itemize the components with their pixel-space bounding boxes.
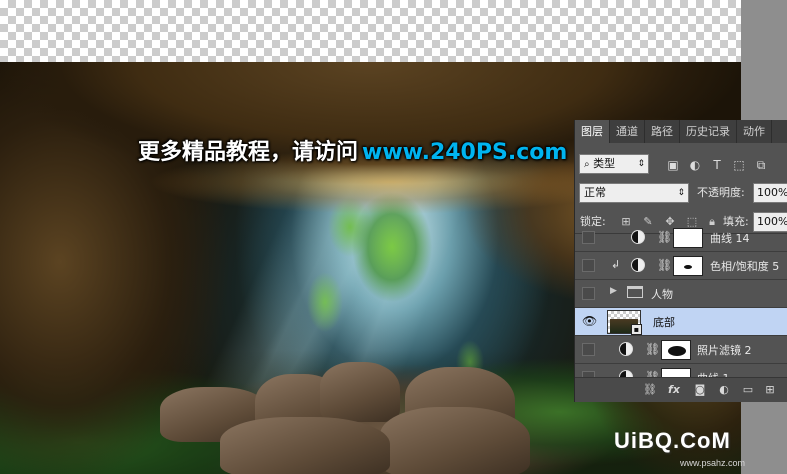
caption-chinese: 更多精品教程，请访问 <box>138 140 359 165</box>
adjustment-icon[interactable]: ◐ <box>717 383 731 397</box>
smart-object-badge-icon: ▪ <box>631 324 642 335</box>
rock <box>320 362 400 422</box>
tab-actions[interactable]: 动作 <box>737 120 772 143</box>
folder-icon[interactable]: ▭ <box>741 383 755 397</box>
layers-panel: 图层 通道 路径 历史记录 动作 ⌕ 类型 ⇕ ▣ ◐ T ⬚ ⧉ 正常 ⇕ 不… <box>574 120 787 402</box>
mask-icon[interactable]: ◙ <box>693 383 707 397</box>
layer-name: 照片滤镜 2 <box>697 344 752 357</box>
tab-history[interactable]: 历史记录 <box>680 120 737 143</box>
chain-link-icon[interactable]: ⛓︎ <box>657 230 672 244</box>
clipping-arrow-icon: ↲ <box>611 258 621 271</box>
layer-name: 人物 <box>651 288 673 301</box>
mask-shape <box>668 346 686 356</box>
layer-name: 底部 <box>653 316 675 329</box>
layer-row[interactable]: ⛓︎ 曲线 14 <box>575 224 787 252</box>
adjustment-icon <box>631 258 645 272</box>
rock <box>380 407 530 474</box>
layer-mask-thumbnail[interactable] <box>673 256 703 276</box>
caption-url: www.240PS.com <box>362 140 568 165</box>
image-filter-icon[interactable]: ▣ <box>665 157 681 173</box>
blend-row: 正常 ⇕ 不透明度: 100% <box>575 183 787 205</box>
site-watermark: UiBQ.CoM <box>614 428 731 453</box>
expand-triangle-icon[interactable]: ▶ <box>610 286 617 296</box>
rock <box>220 417 390 474</box>
chain-link-icon[interactable]: ⛓︎ <box>645 342 660 356</box>
visibility-toggle[interactable] <box>582 287 595 300</box>
tab-paths[interactable]: 路径 <box>645 120 680 143</box>
layer-name: 曲线 14 <box>710 232 750 245</box>
adjustment-icon <box>619 342 633 356</box>
fx-icon[interactable]: fx <box>667 383 681 397</box>
layer-filter-row: ⌕ 类型 ⇕ ▣ ◐ T ⬚ ⧉ <box>575 154 787 176</box>
layer-row[interactable]: ↲ ⛓︎ 色相/饱和度 5 <box>575 252 787 280</box>
opacity-input[interactable]: 100% <box>753 183 787 203</box>
layer-row[interactable]: ⛓︎ 照片滤镜 2 <box>575 336 787 364</box>
visibility-toggle[interactable] <box>582 343 595 356</box>
transparent-canvas-area <box>0 0 741 62</box>
filter-kind-value: 类型 <box>593 157 616 170</box>
filter-kind-select[interactable]: ⌕ 类型 ⇕ <box>579 154 649 174</box>
chain-link-icon[interactable]: ⛓︎ <box>657 258 672 272</box>
tutorial-caption: 更多精品教程，请访问 www.240PS.com <box>138 136 567 170</box>
visibility-toggle[interactable] <box>582 259 595 272</box>
folder-icon <box>627 286 643 298</box>
mask-shape <box>684 265 692 269</box>
blend-mode-value: 正常 <box>584 186 606 199</box>
layer-mask-thumbnail[interactable] <box>661 340 691 360</box>
adjustment-icon <box>631 230 645 244</box>
layer-thumbnail[interactable]: ▪ <box>607 310 642 335</box>
layer-list: ⛓︎ 曲线 14 ↲ ⛓︎ 色相/饱和度 5 ▶ 人物 👁︎ ▪ 底部 ⛓︎ 照… <box>575 228 787 392</box>
search-icon: ⌕ <box>584 159 590 170</box>
panel-tabs: 图层 通道 路径 历史记录 动作 <box>575 120 787 143</box>
site-watermark-url: www.psahz.com <box>680 458 746 468</box>
spinner-arrows-icon: ⇕ <box>637 159 645 169</box>
spinner-arrows-icon: ⇕ <box>677 188 685 198</box>
layer-row-selected[interactable]: 👁︎ ▪ 底部 <box>575 308 787 336</box>
smart-object-filter-icon[interactable]: ⧉ <box>753 157 769 173</box>
layer-row[interactable]: ▶ 人物 <box>575 280 787 308</box>
adjustment-filter-icon[interactable]: ◐ <box>687 157 703 173</box>
new-layer-icon[interactable]: ⊞ <box>763 383 777 397</box>
tab-layers[interactable]: 图层 <box>575 120 610 143</box>
eye-icon[interactable]: 👁︎ <box>582 315 597 328</box>
tab-channels[interactable]: 通道 <box>610 120 645 143</box>
panel-bottom-bar: ⛓︎ fx ◙ ◐ ▭ ⊞ <box>575 377 787 402</box>
layer-name: 色相/饱和度 5 <box>710 260 780 273</box>
layer-mask-thumbnail[interactable] <box>673 228 703 248</box>
blend-mode-select[interactable]: 正常 ⇕ <box>579 183 689 203</box>
type-filter-icon[interactable]: T <box>709 157 725 173</box>
opacity-label: 不透明度: <box>697 186 745 199</box>
shape-filter-icon[interactable]: ⬚ <box>731 157 747 173</box>
link-icon[interactable]: ⛓︎ <box>643 383 657 397</box>
visibility-toggle[interactable] <box>582 231 595 244</box>
